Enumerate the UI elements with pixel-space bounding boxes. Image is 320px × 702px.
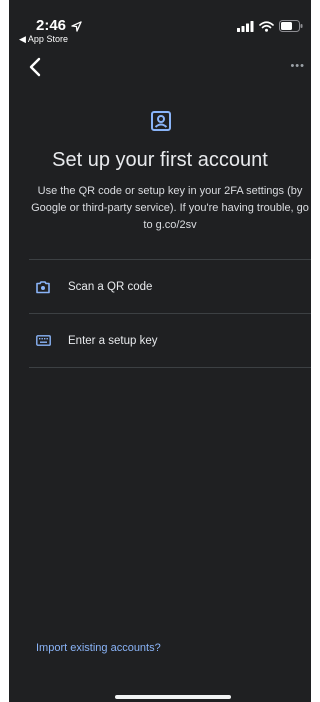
cellular-signal-icon — [237, 20, 254, 32]
battery-icon — [279, 20, 303, 32]
scan-qr-code-label: Scan a QR code — [68, 280, 153, 293]
import-existing-accounts-link[interactable]: Import existing accounts? — [36, 642, 161, 654]
scan-qr-code-option[interactable]: Scan a QR code — [29, 260, 311, 313]
more-options-button[interactable]: ••• — [290, 60, 305, 72]
location-arrow-icon — [71, 20, 82, 32]
status-icons — [237, 20, 303, 32]
page-subtitle: Use the QR code or setup key in your 2FA… — [31, 185, 309, 231]
home-indicator[interactable] — [115, 695, 231, 699]
camera-icon — [35, 279, 51, 295]
divider — [29, 367, 311, 368]
keyboard-icon — [35, 333, 51, 349]
status-time: 2:46 — [36, 17, 82, 34]
back-to-app-store-link[interactable]: ◀ App Store — [19, 34, 68, 45]
account-box-icon — [151, 111, 171, 131]
enter-setup-key-label: Enter a setup key — [68, 334, 158, 347]
page-title: Set up your first account — [52, 149, 268, 171]
status-time-text: 2:46 — [36, 17, 67, 34]
wifi-icon — [259, 20, 274, 32]
enter-setup-key-option[interactable]: Enter a setup key — [29, 314, 311, 367]
app-screen: 2:46 ◀ App Store ••• Set up your first a… — [9, 0, 311, 702]
back-arrow-icon[interactable] — [25, 56, 47, 78]
